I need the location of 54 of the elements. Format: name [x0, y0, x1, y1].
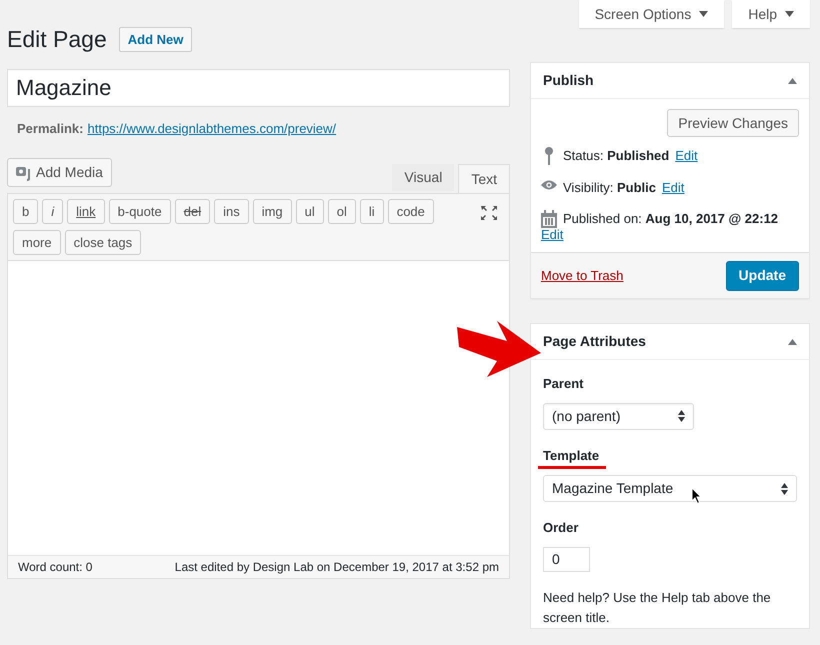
select-arrows-icon — [781, 482, 788, 494]
quicktag-button[interactable]: code — [388, 199, 434, 224]
field-label: Template — [543, 446, 600, 465]
quicktag-button[interactable]: i — [42, 199, 64, 224]
quicktag-button[interactable]: ul — [296, 199, 324, 224]
editor-tab[interactable]: Visual — [392, 164, 454, 191]
quicktag-button[interactable]: more — [13, 230, 61, 255]
collapse-icon — [788, 338, 797, 344]
preview-changes-button[interactable]: Preview Changes — [667, 109, 799, 137]
quicktag-button[interactable]: ins — [214, 199, 249, 224]
publish-info-label: Visibility: Public — [563, 178, 656, 197]
edit-link[interactable]: Edit — [662, 178, 684, 197]
media-icon — [16, 164, 32, 180]
quicktag-button[interactable]: link — [67, 199, 105, 224]
edit-link[interactable]: Edit — [675, 146, 698, 166]
parent-select[interactable]: (no parent) — [543, 402, 694, 430]
dropdown-caret-icon — [785, 11, 794, 17]
quicktag-button[interactable]: ol — [328, 199, 356, 224]
quicktag-button[interactable]: img — [252, 199, 292, 224]
collapse-icon — [788, 78, 797, 84]
move-to-trash-link[interactable]: Move to Trash — [541, 266, 624, 286]
publish-info-label: Status: Published — [563, 147, 670, 165]
add-media-button[interactable]: Add Media — [7, 158, 112, 187]
panel-title: Publish — [543, 71, 594, 90]
mouse-cursor-icon — [692, 488, 702, 504]
template-select[interactable]: Magazine Template — [543, 475, 797, 502]
page-heading: Edit Page — [7, 25, 107, 54]
quicktag-button[interactable]: li — [360, 199, 384, 224]
editor-tab[interactable]: Text — [458, 164, 510, 193]
screen-tab-button[interactable]: Help — [732, 0, 810, 28]
select-arrows-icon — [678, 410, 685, 422]
fullscreen-icon[interactable] — [481, 206, 497, 220]
quicktag-button[interactable]: close tags — [64, 230, 142, 255]
order-field[interactable]: 0 — [543, 546, 590, 572]
title-field[interactable]: Magazine — [7, 68, 510, 106]
screen-tab-button[interactable]: Screen Options — [578, 0, 724, 28]
calendar-icon — [541, 210, 557, 228]
eye-icon — [541, 178, 557, 190]
permalink-label: Permalink: — [17, 120, 84, 138]
field-label: Parent — [543, 375, 584, 393]
add-new-button[interactable]: Add New — [118, 26, 192, 52]
dropdown-caret-icon — [699, 11, 708, 17]
help-text: Need help? Use the Help tab above the screen title. — [543, 588, 772, 626]
update-button[interactable]: Update — [726, 260, 799, 290]
panel-title: Page Attributes — [543, 332, 646, 351]
pin-icon — [544, 147, 554, 165]
quicktag-button[interactable]: b — [13, 199, 38, 224]
word-count: Word count: 0 — [18, 559, 92, 576]
quicktag-button[interactable]: del — [174, 199, 210, 224]
permalink-link[interactable]: https://www.designlabthemes.com/preview/ — [87, 118, 336, 138]
field-label: Order — [543, 519, 578, 537]
quicktag-button[interactable]: b-quote — [108, 199, 171, 224]
last-edited-text: Last edited by Design Lab on December 19, 2017 at 3:52 pm — [174, 559, 499, 576]
annotation-underline — [538, 466, 606, 469]
